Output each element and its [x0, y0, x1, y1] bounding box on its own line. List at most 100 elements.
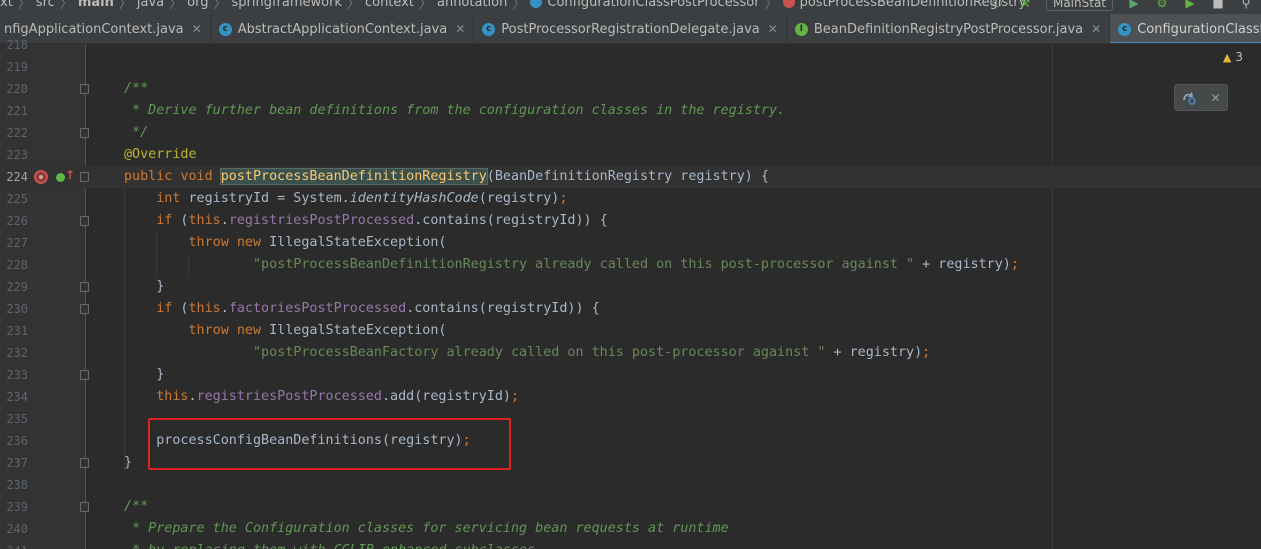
fold-marker-icon[interactable] [80, 216, 89, 226]
user-icon[interactable]: ⚇ [990, 0, 1004, 10]
fold-marker-icon[interactable] [80, 502, 89, 512]
line-number[interactable]: 224 [0, 166, 28, 188]
code-line[interactable]: 238 [0, 474, 1261, 496]
line-number[interactable]: 230 [0, 298, 28, 320]
fold-marker-icon[interactable] [80, 370, 89, 380]
breadcrumb-item[interactable]: context [365, 0, 414, 10]
code-line[interactable]: 230 if (this.factoriesPostProcessed.cont… [0, 298, 1261, 320]
breadcrumb-item[interactable]: ConfigurationClassPostProcessor [547, 0, 759, 10]
line-number[interactable]: 233 [0, 364, 28, 386]
close-icon[interactable]: ✕ [1210, 91, 1220, 105]
code-line[interactable]: 229 } [0, 276, 1261, 298]
code-text: throw new IllegalStateException( [188, 235, 447, 250]
code-line[interactable]: 232 "postProcessBeanFactory already call… [0, 342, 1261, 364]
line-number[interactable]: 227 [0, 232, 28, 254]
code-line[interactable]: 226 if (this.registriesPostProcessed.con… [0, 210, 1261, 232]
fold-marker-icon[interactable] [80, 172, 89, 182]
code-line[interactable]: 228 "postProcessBeanDefinitionRegistry a… [0, 254, 1261, 276]
line-number[interactable]: 241 [0, 540, 28, 549]
class-icon [530, 0, 543, 8]
search-icon[interactable]: ⚲ [1239, 0, 1253, 10]
code-line[interactable]: 223 @Override [0, 144, 1261, 166]
code-text: throw new IllegalStateException( [188, 323, 447, 338]
debug-icon[interactable]: ⚙ [1155, 0, 1169, 10]
fold-marker-icon[interactable] [80, 84, 89, 94]
breadcrumb-separator: 〉 [512, 0, 526, 12]
line-number[interactable]: 238 [0, 474, 28, 496]
code-line[interactable]: 239 /** [0, 496, 1261, 518]
breadcrumb-item[interactable]: org [187, 0, 208, 10]
line-number[interactable]: 222 [0, 122, 28, 144]
indent-guide [156, 232, 157, 276]
fold-marker-icon[interactable] [80, 128, 89, 138]
maven-reload-icon[interactable] [1181, 91, 1197, 105]
code-text: } [124, 455, 133, 470]
stop-icon[interactable]: ■ [1211, 0, 1225, 10]
code-line[interactable]: 231 throw new IllegalStateException( [0, 320, 1261, 342]
line-number[interactable]: 228 [0, 254, 28, 276]
breadcrumb-separator: 〉 [764, 0, 778, 12]
line-number[interactable]: 231 [0, 320, 28, 342]
code-line[interactable]: 227 throw new IllegalStateException( [0, 232, 1261, 254]
line-number[interactable]: 219 [0, 56, 28, 78]
line-number[interactable]: 237 [0, 452, 28, 474]
code-line[interactable]: 240 * Prepare the Configuration classes … [0, 518, 1261, 540]
code-line[interactable]: 218 [0, 34, 1261, 56]
code-line[interactable]: 225 int registryId = System.identityHash… [0, 188, 1261, 210]
line-number[interactable]: 236 [0, 430, 28, 452]
line-number[interactable]: 220 [0, 78, 28, 100]
code-text: */ [124, 125, 149, 140]
warning-icon: ▲ [1222, 50, 1232, 64]
run-configuration-select[interactable]: MainStat [1045, 0, 1113, 11]
fold-marker-icon[interactable] [80, 458, 89, 468]
breadcrumb: xt 〉 src 〉 main 〉 java 〉 org 〉 springframewor… [0, 0, 1026, 12]
code-line[interactable]: 222 */ [0, 122, 1261, 144]
breadcrumb-separator: 〉 [346, 0, 360, 12]
breadcrumb-item[interactable]: java [137, 0, 164, 10]
hammer-icon[interactable]: ⚒ [1018, 0, 1032, 10]
code-text: this.registriesPostProcessed.add(registr… [156, 389, 520, 404]
breadcrumb-separator: 〉 [213, 0, 227, 12]
code-line[interactable]: 234 this.registriesPostProcessed.add(reg… [0, 386, 1261, 408]
breadcrumb-item[interactable]: src [36, 0, 55, 10]
indent-guide [188, 254, 189, 276]
line-number[interactable]: 232 [0, 342, 28, 364]
line-number[interactable]: 218 [0, 34, 28, 56]
line-number[interactable]: 235 [0, 408, 28, 430]
code-text: if (this.registriesPostProcessed.contain… [156, 213, 608, 228]
line-number[interactable]: 223 [0, 144, 28, 166]
code-text: public void postProcessBeanDefinitionReg… [124, 168, 769, 185]
code-line[interactable]: 219 [0, 56, 1261, 78]
fold-marker-icon[interactable] [80, 304, 89, 314]
breadcrumb-item[interactable]: main [78, 0, 114, 10]
code-line[interactable]: 224 ↑ public void postProcessBeanDefinitio… [0, 166, 1261, 188]
code-line[interactable]: 233 } [0, 364, 1261, 386]
breadcrumb-item[interactable]: annotation [437, 0, 507, 10]
code-line[interactable]: 241 * by replacing them with CGLIB-enhan… [0, 540, 1261, 549]
line-number[interactable]: 225 [0, 188, 28, 210]
line-number[interactable]: 234 [0, 386, 28, 408]
coverage-icon[interactable]: ▶ [1183, 0, 1197, 10]
navigation-bar: xt 〉 src 〉 main 〉 java 〉 org 〉 springframewor… [0, 0, 1261, 14]
code-text: * Prepare the Configuration classes for … [124, 521, 729, 536]
breadcrumb-item[interactable]: springframework [231, 0, 341, 10]
fold-marker-icon[interactable] [80, 282, 89, 292]
run-icon[interactable]: ▶ [1127, 0, 1141, 10]
method-breakpoint-icon[interactable] [34, 170, 48, 184]
load-maven-changes-popup: ✕ [1174, 84, 1228, 111]
warning-count: 3 [1235, 50, 1243, 64]
breadcrumb-separator: 〉 [118, 0, 132, 12]
breadcrumb-item[interactable]: xt [0, 0, 13, 10]
line-number[interactable]: 229 [0, 276, 28, 298]
line-number[interactable]: 221 [0, 100, 28, 122]
inspection-widget[interactable]: ▲ 3 [1223, 50, 1243, 64]
code-text: int registryId = System.identityHashCode… [156, 191, 568, 206]
line-number[interactable]: 226 [0, 210, 28, 232]
breadcrumb-separator: 〉 [169, 0, 183, 12]
implements-method-icon[interactable]: ↑ [56, 168, 75, 184]
code-line[interactable]: 221 * Derive further bean definitions fr… [0, 100, 1261, 122]
code-line[interactable]: 220 /** [0, 78, 1261, 100]
code-editor[interactable]: 218 219 220/** 221 * Derive further bean de… [0, 38, 1261, 549]
line-number[interactable]: 239 [0, 496, 28, 518]
line-number[interactable]: 240 [0, 518, 28, 540]
